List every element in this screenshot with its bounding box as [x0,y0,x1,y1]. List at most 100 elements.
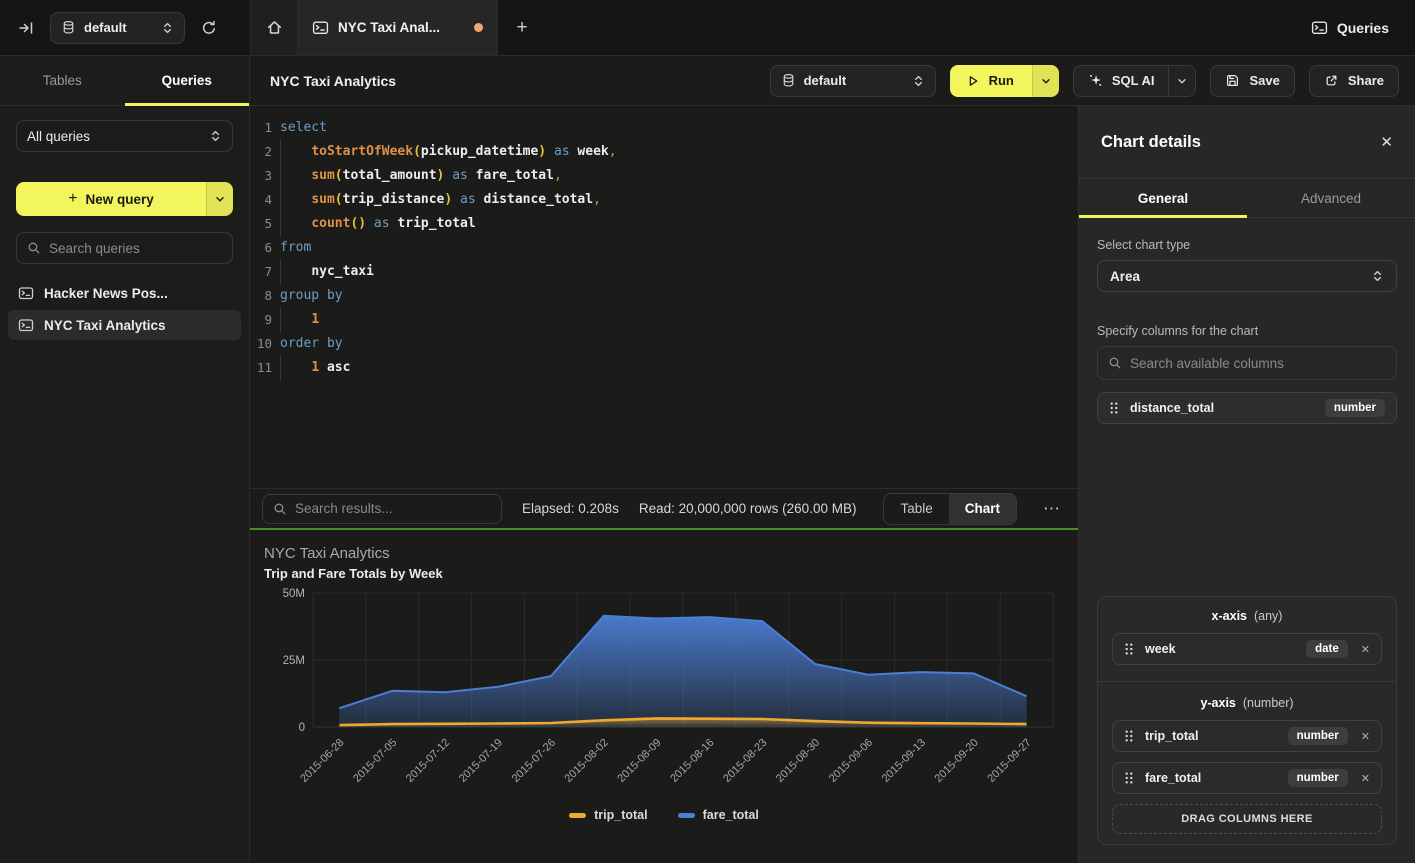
sql-ai-dropdown[interactable] [1168,66,1195,96]
queries-filter-select[interactable]: All queries [16,120,233,152]
drag-handle-icon[interactable] [1124,642,1134,656]
share-button-label: Share [1348,73,1384,88]
sql-editor[interactable]: 1select2 toStartOfWeek(pickup_datetime) … [250,106,1078,488]
editor-line: 2 toStartOfWeek(pickup_datetime) as week… [250,140,1078,164]
sidebar-tabs: Tables Queries [0,56,249,106]
column-type-badge: date [1306,640,1348,658]
tab-general[interactable]: General [1079,179,1247,217]
editor-line: 4 sum(trip_distance) as distance_total, [250,188,1078,212]
chevron-updown-icon [1371,269,1384,283]
search-columns-input[interactable] [1130,356,1386,371]
legend-fare-total[interactable]: fare_total [678,808,759,822]
view-toggle-chart[interactable]: Chart [949,494,1016,524]
svg-text:2015-07-26: 2015-07-26 [510,737,558,785]
chart-legend: trip_total fare_total [250,808,1078,822]
editor-lines: 1select2 toStartOfWeek(pickup_datetime) … [250,116,1078,380]
results-bar: Elapsed: 0.208s Read: 20,000,000 rows (2… [250,488,1078,530]
svg-text:2015-07-05: 2015-07-05 [351,737,399,785]
search-results-input[interactable] [295,501,491,516]
save-icon [1225,73,1240,88]
query-list-item-label: NYC Taxi Analytics [44,318,166,333]
chart-title: NYC Taxi Analytics [264,545,390,562]
columns-label: Specify columns for the chart [1097,324,1397,338]
editor-line: 3 sum(total_amount) as fare_total, [250,164,1078,188]
editor-line: 5 count() as trip_total [250,212,1078,236]
column-type-badge: number [1288,727,1348,745]
search-icon [1108,356,1122,370]
y-axis-column-fare-total[interactable]: fare_total number ✕ [1112,762,1382,794]
save-button[interactable]: Save [1210,65,1294,97]
drag-handle-icon[interactable] [1109,401,1119,415]
search-results-box [262,494,502,524]
queries-button-label: Queries [1337,20,1389,36]
more-options-icon[interactable]: ⋯ [1037,499,1066,519]
y-axis-header: y-axis (number) [1112,696,1382,710]
run-options-dropdown[interactable] [1032,65,1059,97]
close-icon[interactable]: ✕ [1380,133,1393,151]
console-icon [18,285,34,301]
x-axis-label: x-axis [1212,609,1247,623]
svg-text:2015-09-06: 2015-09-06 [827,737,875,785]
remove-column-icon[interactable]: ✕ [1361,772,1370,785]
console-icon [312,19,329,36]
drag-handle-icon[interactable] [1124,729,1134,743]
home-tab[interactable] [251,0,298,55]
query-list-item-selected[interactable]: NYC Taxi Analytics [8,310,241,340]
tab-advanced[interactable]: Advanced [1247,179,1415,217]
editor-line: 8group by [250,284,1078,308]
query-list-item[interactable]: Hacker News Pos... [8,278,241,308]
plus-icon: + [68,190,77,208]
chevron-updown-icon [161,21,174,35]
y-axis-column-trip-total[interactable]: trip_total number ✕ [1112,720,1382,752]
console-icon [1311,19,1328,36]
sidebar-tab-tables[interactable]: Tables [0,56,125,105]
database-selector[interactable]: default [50,12,185,44]
chart-subtitle: Trip and Fare Totals by Week [264,566,443,581]
available-column-distance-total[interactable]: distance_total number [1097,392,1397,424]
column-name: fare_total [1145,771,1277,785]
sql-ai-button[interactable]: SQL AI [1073,65,1197,97]
sidebar-tab-queries[interactable]: Queries [125,56,250,105]
home-icon [266,19,283,36]
svg-text:25M: 25M [283,655,305,667]
view-toggle-table[interactable]: Table [884,494,948,524]
axis-divider [1098,681,1396,682]
x-axis-header: x-axis (any) [1112,609,1382,623]
chart-type-select[interactable]: Area [1097,260,1397,292]
query-title: NYC Taxi Analytics [270,73,396,89]
remove-column-icon[interactable]: ✕ [1361,730,1370,743]
svg-text:2015-08-23: 2015-08-23 [721,737,769,785]
collapse-sidebar-icon[interactable] [18,20,34,36]
refresh-icon[interactable] [201,20,217,36]
chevron-updown-icon [209,129,222,143]
share-button[interactable]: Share [1309,65,1399,97]
svg-text:2015-08-02: 2015-08-02 [563,737,611,785]
queries-button[interactable]: Queries [1311,0,1415,55]
drag-columns-dropzone[interactable]: DRAG COLUMNS HERE [1112,804,1382,834]
top-bar: default NYC Taxi Anal... + Queries [0,0,1415,56]
remove-column-icon[interactable]: ✕ [1361,643,1370,656]
tab-nyc-taxi-analytics[interactable]: NYC Taxi Anal... [298,0,498,55]
run-button[interactable]: Run [950,65,1059,97]
column-name: week [1145,642,1295,656]
svg-text:2015-08-30: 2015-08-30 [774,737,822,785]
editor-line: 1select [250,116,1078,140]
rows-read: Read: 20,000,000 rows (260.00 MB) [639,501,857,516]
new-query-dropdown[interactable] [206,182,233,216]
toolbar-database-selector[interactable]: default [770,65,936,97]
chevron-updown-icon [912,74,925,88]
svg-text:2015-07-19: 2015-07-19 [457,737,505,785]
x-axis-hint: (any) [1254,609,1282,623]
legend-trip-total[interactable]: trip_total [569,808,647,822]
chart-details-title: Chart details [1101,133,1201,152]
new-query-button[interactable]: + New query [16,182,233,216]
chart-details-header: Chart details ✕ [1079,106,1415,179]
search-queries-input[interactable] [49,241,222,256]
editor-line: 6from [250,236,1078,260]
x-axis-column-week[interactable]: week date ✕ [1112,633,1382,665]
save-button-label: Save [1249,73,1279,88]
chart-details-tabs: General Advanced [1079,179,1415,218]
new-tab-button[interactable]: + [498,0,546,55]
drag-handle-icon[interactable] [1124,771,1134,785]
editor-line: 9 1 [250,308,1078,332]
